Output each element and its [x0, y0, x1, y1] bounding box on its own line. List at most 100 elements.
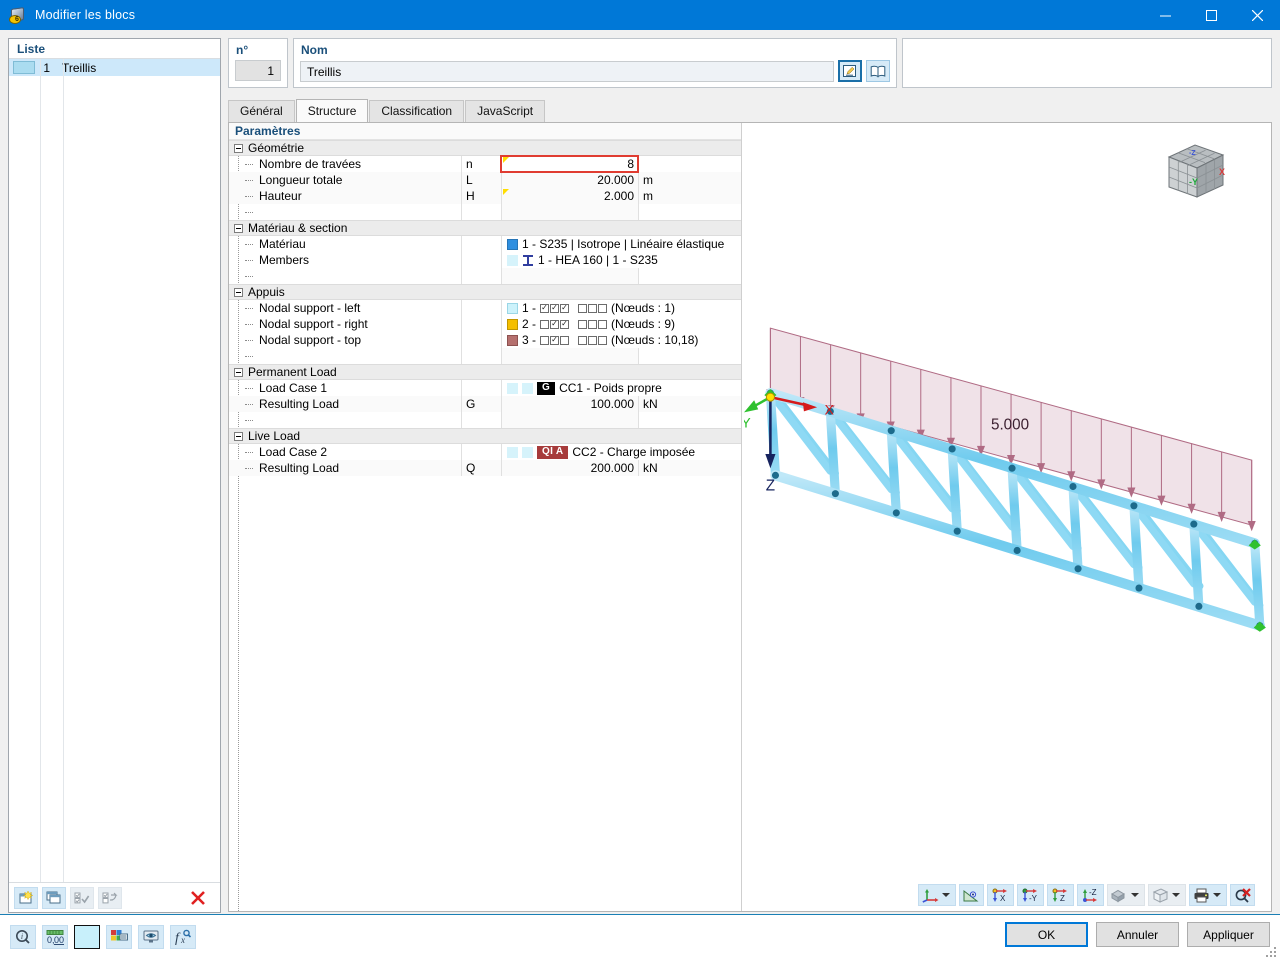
- param-value-input[interactable]: 2.000: [501, 188, 638, 204]
- support-nodes: (Nœuds : 10,18): [611, 333, 699, 347]
- group-title: Appuis: [248, 285, 285, 299]
- group-header-permanent-load[interactable]: Permanent Load: [229, 364, 741, 380]
- invert-selection-button[interactable]: [98, 886, 122, 909]
- param-row-nombre-de-travees[interactable]: Nombre de travées n 8: [229, 155, 741, 173]
- view-y-button[interactable]: -Y: [1017, 884, 1044, 906]
- group-header-materiau-section[interactable]: Matériau & section: [229, 220, 741, 236]
- group-header-appuis[interactable]: Appuis: [229, 284, 741, 300]
- print-button[interactable]: [1189, 884, 1227, 906]
- tab-javascript[interactable]: JavaScript: [465, 100, 546, 122]
- content-split: Paramètres Géométrie Nombre de travées n…: [228, 122, 1272, 912]
- section-value[interactable]: 1 - HEA 160 | 1 - S235: [501, 252, 741, 268]
- svg-text:i: i: [21, 932, 23, 941]
- tab-general[interactable]: Général: [228, 100, 295, 122]
- render-mode-button[interactable]: [1107, 884, 1145, 906]
- param-row-nodal-support-left[interactable]: Nodal support - left 1 - (Nœuds : 1): [229, 300, 741, 316]
- param-value-input[interactable]: 20.000: [501, 172, 638, 188]
- display-properties-button[interactable]: [106, 925, 132, 949]
- formula-button[interactable]: f x: [170, 925, 196, 949]
- decimals-button[interactable]: 0, 00: [42, 925, 68, 949]
- support-nodes: (Nœuds : 9): [611, 317, 676, 331]
- check-all-button[interactable]: [70, 886, 94, 909]
- material-color-swatch: [507, 238, 518, 250]
- cancel-button[interactable]: Annuler: [1096, 922, 1179, 947]
- ok-button[interactable]: OK: [1005, 922, 1088, 947]
- resize-grip[interactable]: [1266, 947, 1276, 957]
- collapse-icon[interactable]: [234, 287, 243, 297]
- param-row-nodal-support-top[interactable]: Nodal support - top 3 - (Nœuds : 10,1: [229, 332, 741, 348]
- tab-classification[interactable]: Classification: [369, 100, 465, 122]
- liste-panel: Liste 1 Treillis: [8, 38, 221, 913]
- apply-button[interactable]: Appliquer: [1187, 922, 1270, 947]
- loadcase-swatch-2: [522, 382, 533, 394]
- color-swatch-button[interactable]: [74, 925, 100, 949]
- clear-zoom-button[interactable]: [1230, 884, 1255, 906]
- param-row-longueur-totale[interactable]: Longueur totale L 20.000 m: [229, 172, 741, 188]
- support-value[interactable]: 2 - (Nœuds : 9): [501, 316, 741, 332]
- chevron-down-icon[interactable]: [1213, 893, 1221, 897]
- view-x-button[interactable]: X: [987, 884, 1014, 906]
- maximize-button[interactable]: [1188, 0, 1234, 30]
- param-value-input[interactable]: 8: [500, 155, 639, 173]
- block-number-value[interactable]: 1: [235, 60, 281, 81]
- chevron-down-icon[interactable]: [1131, 893, 1139, 897]
- tab-structure[interactable]: Structure: [295, 99, 369, 122]
- param-value: 20.000: [597, 173, 634, 187]
- support-value[interactable]: 3 - (Nœuds : 10,18): [501, 332, 741, 348]
- param-row-materiau[interactable]: Matériau 1 - S235 | Isotrope | Linéaire …: [229, 236, 741, 252]
- loadcase-value[interactable]: QI A CC2 - Charge imposée: [501, 444, 741, 460]
- param-label: Nodal support - top: [229, 332, 461, 348]
- copy-block-button[interactable]: [42, 886, 66, 909]
- param-unit: [638, 156, 741, 172]
- coordinate-system-button[interactable]: [918, 884, 956, 906]
- view-z-button[interactable]: Z: [1047, 884, 1074, 906]
- edit-icon[interactable]: [838, 60, 862, 82]
- param-row-members[interactable]: Members 1 - HEA 160 | 1 - S235: [229, 252, 741, 268]
- view-isometric-button[interactable]: -Z: [1077, 884, 1104, 906]
- minimize-button[interactable]: [1142, 0, 1188, 30]
- support-value[interactable]: 1 - (Nœuds : 1): [501, 300, 741, 316]
- measure-button[interactable]: [959, 884, 984, 906]
- loadcase-value[interactable]: G CC1 - Poids propre: [501, 380, 741, 396]
- model-viewport[interactable]: 5.000 Z X -Y X -Z X -Y Z -Z: [744, 123, 1271, 911]
- list-item[interactable]: 1 Treillis: [9, 59, 220, 76]
- param-value-input[interactable]: 100.000: [501, 396, 638, 412]
- param-row-load-case-1[interactable]: Load Case 1 G CC1 - Poids propre: [229, 380, 741, 396]
- navigation-cube[interactable]: -Y X -Z: [1159, 139, 1233, 209]
- list-item-number: 1: [43, 60, 50, 75]
- section-color-swatch: [507, 254, 518, 266]
- wireframe-button[interactable]: [1148, 884, 1186, 906]
- collapse-icon[interactable]: [234, 223, 243, 233]
- param-value-input[interactable]: 200.000: [501, 460, 638, 476]
- window-title: Modifier les blocs: [35, 8, 136, 22]
- param-row-nodal-support-right[interactable]: Nodal support - right 2 - (Nœuds : 9): [229, 316, 741, 332]
- param-row-resulting-load-q[interactable]: Resulting Load Q 200.000 kN: [229, 460, 741, 476]
- view-settings-button[interactable]: [138, 925, 164, 949]
- material-value[interactable]: 1 - S235 | Isotrope | Linéaire élastique: [501, 236, 741, 252]
- liste-body[interactable]: 1 Treillis: [9, 59, 220, 882]
- param-row-hauteur[interactable]: Hauteur H 2.000 m: [229, 188, 741, 204]
- collapse-icon[interactable]: [234, 143, 243, 153]
- delete-block-button[interactable]: [186, 887, 210, 909]
- param-row-resulting-load-g[interactable]: Resulting Load G 100.000 kN: [229, 396, 741, 412]
- info-button[interactable]: i: [10, 925, 36, 949]
- collapse-icon[interactable]: [234, 367, 243, 377]
- group-header-geometrie[interactable]: Géométrie: [229, 140, 741, 156]
- param-symbol: L: [461, 172, 501, 188]
- collapse-icon[interactable]: [234, 431, 243, 441]
- block-name-input[interactable]: Treillis: [300, 60, 834, 82]
- svg-text:Z: Z: [1060, 894, 1065, 903]
- chevron-down-icon[interactable]: [942, 893, 950, 897]
- title-bar: 6 Modifier les blocs: [0, 0, 1280, 30]
- group-header-live-load[interactable]: Live Load: [229, 428, 741, 444]
- section-text: 1 - HEA 160 | 1 - S235: [538, 253, 658, 267]
- new-block-button[interactable]: [14, 886, 38, 909]
- parameters-panel: Paramètres Géométrie Nombre de travées n…: [229, 123, 742, 911]
- param-row-load-case-2[interactable]: Load Case 2 QI A CC2 - Charge imposée: [229, 444, 741, 460]
- close-button[interactable]: [1234, 0, 1280, 30]
- chevron-down-icon[interactable]: [1172, 893, 1180, 897]
- param-label: Nombre de travées: [229, 156, 461, 172]
- support-rotation-checks: [578, 335, 608, 345]
- param-symbol: G: [461, 396, 501, 412]
- library-icon[interactable]: [866, 60, 890, 82]
